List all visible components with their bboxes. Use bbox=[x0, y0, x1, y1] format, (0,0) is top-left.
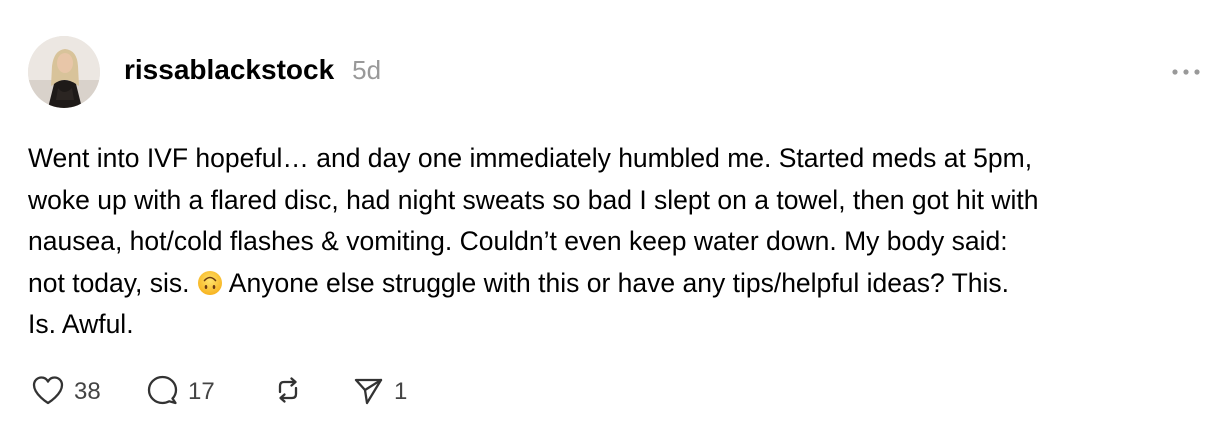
comment-count: 17 bbox=[188, 378, 215, 405]
post-header: rissablackstock 5d bbox=[124, 54, 381, 94]
thread-post: rissablackstock 5d Went into IVF hopeful… bbox=[0, 0, 1230, 432]
username[interactable]: rissablackstock bbox=[124, 54, 334, 86]
like-count: 38 bbox=[74, 378, 101, 405]
paper-plane-icon bbox=[348, 370, 388, 415]
ellipsis-icon[interactable] bbox=[1170, 60, 1202, 84]
action-bar: 38 17 1 bbox=[28, 372, 407, 412]
heart-icon bbox=[28, 370, 68, 415]
comment-button[interactable]: 17 bbox=[142, 370, 268, 415]
repost-button[interactable] bbox=[268, 370, 348, 415]
speech-bubble-icon bbox=[142, 370, 182, 415]
post-timestamp[interactable]: 5d bbox=[352, 55, 381, 86]
upside-down-face-emoji-icon bbox=[197, 267, 223, 295]
share-button[interactable]: 1 bbox=[348, 370, 407, 415]
like-button[interactable]: 38 bbox=[28, 370, 142, 415]
repost-icon bbox=[268, 370, 308, 415]
share-count: 1 bbox=[394, 378, 408, 405]
avatar[interactable] bbox=[28, 36, 100, 108]
post-text: Went into IVF hopeful… and day one immed… bbox=[28, 138, 1218, 346]
